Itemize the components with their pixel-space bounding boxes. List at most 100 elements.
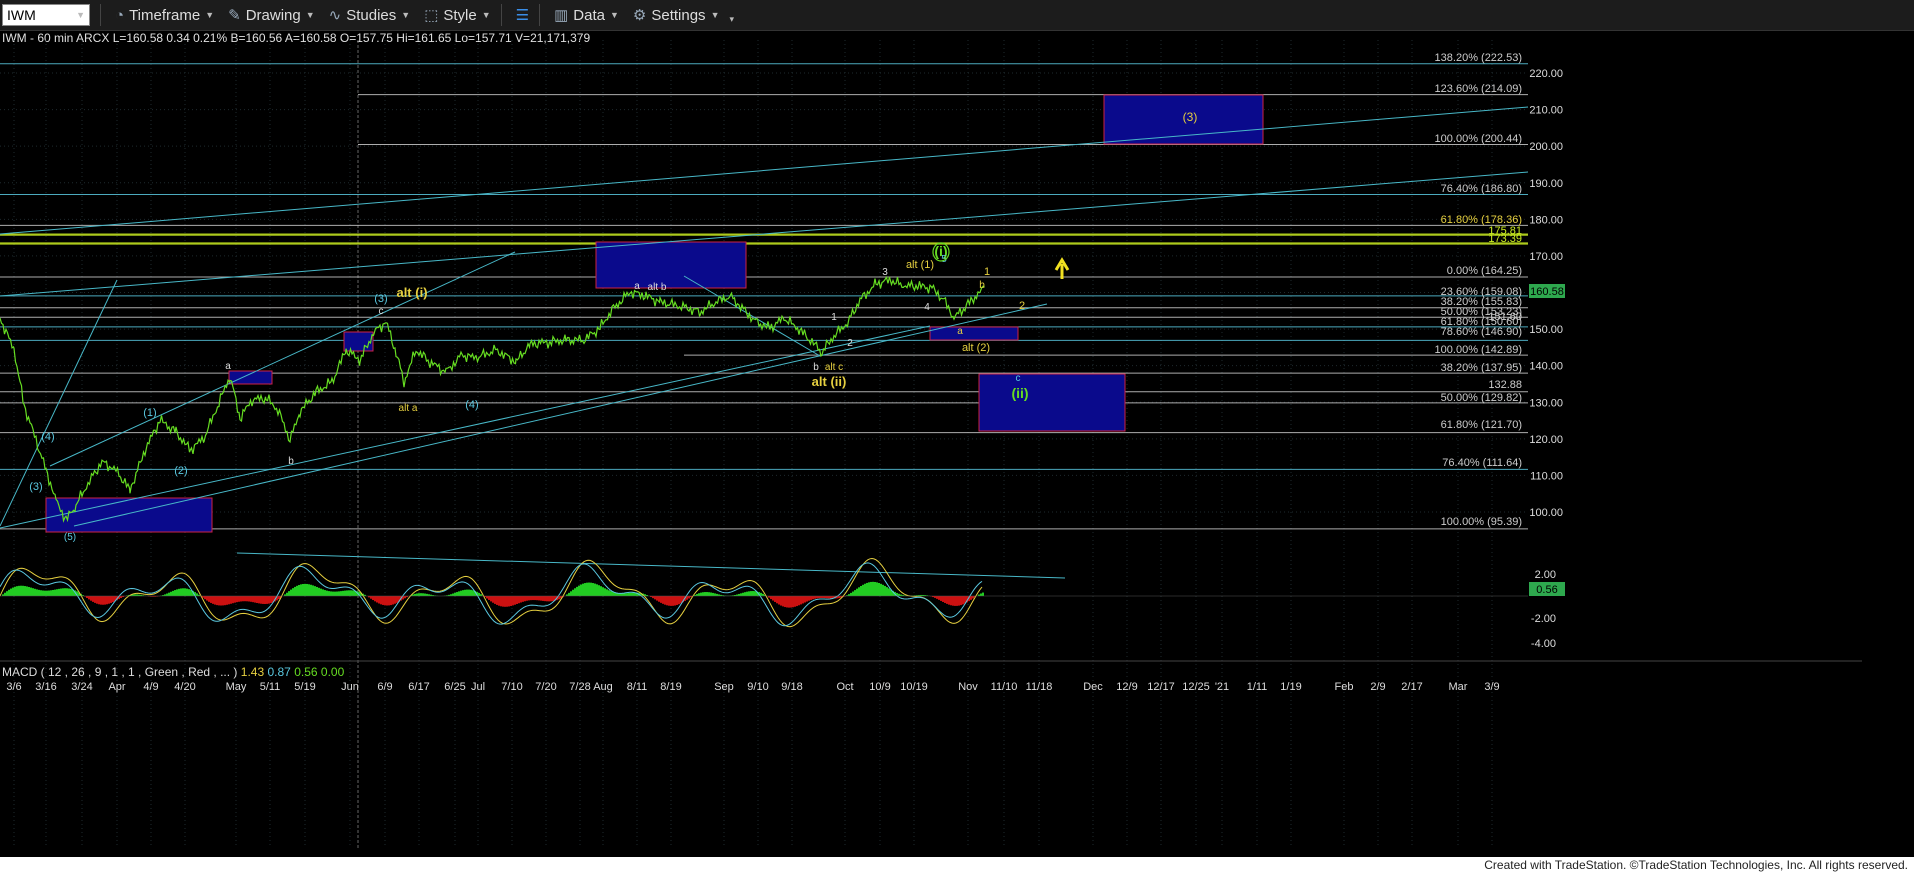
fib-label: 100.00% (142.89) [1435, 344, 1522, 356]
wave-label: alt c [825, 362, 843, 373]
wave-label: (3) [374, 293, 387, 305]
macd-histogram-bar [874, 581, 876, 596]
macd-histogram-bar [656, 596, 658, 601]
macd-histogram-bar [860, 585, 862, 596]
macd-histogram-bar [970, 596, 972, 600]
macd-histogram-bar [550, 596, 552, 602]
macd-histogram-bar [40, 590, 42, 596]
macd-histogram-bar [486, 596, 488, 599]
price-tick: 170.00 [1529, 251, 1563, 263]
date-tick: May [226, 681, 247, 693]
macd-histogram-bar [314, 586, 316, 596]
macd-histogram-bar [120, 596, 122, 599]
macd-histogram-bar [774, 596, 776, 602]
wave-label: 4 [924, 302, 930, 313]
macd-histogram-bar [596, 584, 598, 596]
macd-histogram-bar [428, 594, 430, 596]
macd-histogram-bar [934, 596, 936, 598]
date-tick: 10/19 [900, 681, 928, 693]
fib-label: 0.00% (164.25) [1447, 265, 1522, 277]
macd-histogram-bar [594, 583, 596, 596]
macd-histogram-bar [856, 588, 858, 596]
wave-label: alt (2) [962, 342, 990, 354]
wave-label: b [813, 362, 819, 373]
price-axis: 220.00 210.00 200.00 190.00 180.00 170.00 160.… [1529, 68, 1565, 596]
macd-histogram-bar [174, 590, 176, 596]
macd-histogram-bar [316, 586, 318, 596]
macd-histogram-bar [592, 583, 594, 596]
price-chart[interactable]: 138.20% (222.53) 123.60% (214.09) 100.00% … [0, 0, 1914, 857]
macd-histogram-bar [296, 585, 298, 596]
macd-histogram-bar [952, 596, 954, 606]
macd-histogram-bar [534, 596, 536, 601]
macd-histogram-bar [662, 596, 664, 604]
date-tick: Jul [471, 681, 485, 693]
macd-histogram-bar [622, 593, 624, 596]
macd-histogram-bar [824, 596, 826, 599]
macd-histogram-bar [168, 592, 170, 596]
macd-histogram-bar [470, 589, 472, 596]
macd-histogram-bar [254, 596, 256, 603]
macd-histogram-bar [256, 596, 258, 604]
fib-label: 50.00% (129.82) [1441, 392, 1522, 404]
macd-histogram-bar [420, 593, 422, 596]
macd-histogram-bar [864, 583, 866, 596]
macd-histogram-bar [530, 596, 532, 601]
macd-histogram-bar [458, 591, 460, 596]
macd-histogram-bar [872, 581, 874, 596]
macd-histogram-bar [784, 596, 786, 608]
macd-histogram-bar [414, 593, 416, 596]
macd-histogram-bar [86, 596, 88, 598]
macd-histogram-bar [54, 589, 56, 596]
macd-histogram-bar [242, 596, 244, 602]
macd-histogram-bar [664, 596, 666, 605]
macd-histogram-bar [94, 596, 96, 603]
wave-label: alt a [399, 403, 418, 414]
macd-tick: 2.00 [1535, 569, 1556, 581]
wave-label: (4) [41, 431, 54, 443]
macd-histogram-bar [244, 596, 246, 602]
macd-histogram-bar [838, 596, 840, 599]
macd-histogram-bar [14, 586, 16, 596]
macd-histogram-bar [246, 596, 248, 602]
macd-histogram-bar [324, 590, 326, 596]
date-tick: Nov [958, 681, 978, 693]
macd-histogram-bar [372, 596, 374, 601]
wave-label: alt (i) [396, 285, 427, 300]
macd-histogram-bar [508, 596, 510, 607]
macd-histogram-bar [940, 596, 942, 601]
fib-label: 76.40% (111.64) [1442, 457, 1522, 469]
macd-histogram-bar [26, 586, 28, 596]
macd-histogram-bar [852, 591, 854, 596]
date-tick: 3/16 [35, 681, 56, 693]
macd-histogram-bar [888, 588, 890, 596]
macd-label: MACD ( 12 , 26 , 9 , 1 , 1 , Green , Red… [2, 665, 238, 679]
macd-histogram-bar [370, 596, 372, 599]
fib-label: 173.39 [1488, 233, 1522, 245]
current-price-value: 160.58 [1530, 286, 1564, 298]
macd-histogram-bar [528, 596, 530, 601]
macd-histogram-bar [500, 596, 502, 607]
date-tick: 11/18 [1026, 681, 1053, 693]
macd-histogram-bar [338, 591, 340, 596]
macd-histogram-bar [696, 593, 698, 596]
macd-histogram-bar [746, 591, 748, 596]
macd-histogram-bar [488, 596, 490, 600]
macd-histogram-bar [404, 596, 406, 599]
macd-histogram-bar [172, 590, 174, 596]
date-tick: 1/11 [1247, 681, 1268, 693]
macd-histogram-bar [786, 596, 788, 608]
macd-value-2: 0.87 [267, 665, 291, 679]
date-tick: 10/9 [869, 681, 890, 693]
macd-histogram-bar [178, 588, 180, 596]
macd-histogram-bar [16, 586, 18, 596]
macd-value-1: 1.43 [240, 665, 265, 679]
macd-histogram-bar [188, 589, 190, 596]
macd-histogram-bar [380, 596, 382, 605]
macd-histogram-bar [800, 596, 802, 605]
macd-histogram-bar [258, 596, 260, 604]
price-tick: 130.00 [1529, 397, 1563, 409]
macd-histogram-bar [742, 592, 744, 596]
macd-histogram-bar [416, 593, 418, 596]
macd-histogram-bar [518, 596, 520, 604]
